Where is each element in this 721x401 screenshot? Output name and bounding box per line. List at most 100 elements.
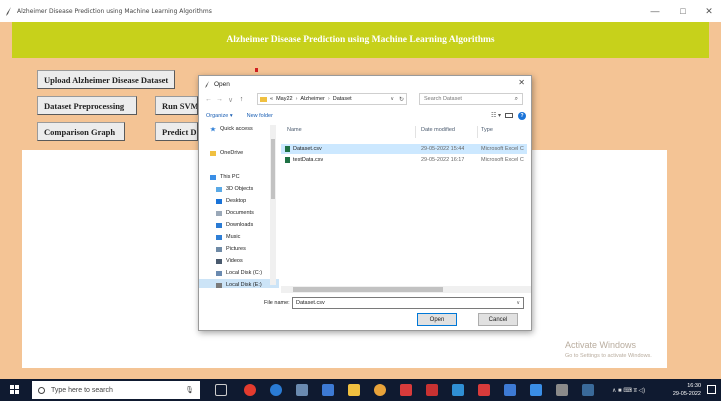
nav-item-onedrive[interactable]: OneDrive [199, 147, 279, 159]
windows-start-icon[interactable] [10, 385, 20, 395]
chevron-down-icon[interactable]: ∨ [516, 300, 520, 306]
search-icon[interactable]: ⌕ [515, 96, 518, 103]
app-icon[interactable] [556, 384, 568, 396]
column-header-name[interactable]: Name [287, 127, 302, 137]
scrollbar-thumb[interactable] [271, 139, 275, 199]
nav-item-3d-objects[interactable]: 3D Objects [199, 183, 279, 195]
file-date: 29-05-2022 16:17 [421, 157, 465, 163]
nav-item-downloads[interactable]: Downloads [199, 219, 279, 231]
cloud-icon [210, 150, 216, 156]
nav-item-pictures[interactable]: Pictures [199, 243, 279, 255]
chevron-down-icon[interactable]: ∨ [390, 96, 394, 102]
chrome-icon[interactable] [374, 384, 386, 396]
nav-label: This PC [220, 174, 240, 180]
recent-locations-icon[interactable]: ∨ [225, 96, 236, 104]
app-icon[interactable] [452, 384, 464, 396]
nav-item-this-pc[interactable]: This PC [199, 171, 279, 183]
nav-item-local-disk-e[interactable]: Local Disk (E:) [199, 279, 279, 288]
run-svm-button[interactable]: Run SVM [155, 96, 198, 115]
nav-item-quick-access[interactable]: Quick access [199, 123, 279, 135]
maximize-button[interactable]: □ [671, 0, 695, 22]
dataset-preprocessing-button[interactable]: Dataset Preprocessing [37, 96, 137, 115]
file-type: Microsoft Excel C [481, 157, 524, 163]
breadcrumb-may22[interactable]: May22 [276, 96, 293, 102]
minimize-button[interactable]: — [643, 0, 667, 22]
forward-arrow-icon[interactable]: → [214, 96, 225, 103]
column-separator[interactable] [477, 126, 478, 138]
app-icon[interactable] [296, 384, 308, 396]
file-name-input[interactable]: Dataset.csv ∨ [292, 297, 524, 309]
taskbar: Type here to search 🎙 ∧ ■ ⌨ ड ◁) 16:30 2… [0, 379, 721, 401]
new-folder-button[interactable]: New folder [247, 113, 273, 119]
view-options-icon[interactable]: ☷ ▾ [491, 112, 501, 119]
music-icon [216, 234, 222, 240]
nav-item-desktop[interactable]: Desktop [199, 195, 279, 207]
help-icon[interactable]: ? [518, 111, 526, 120]
search-input[interactable]: Search Dataset ⌕ [419, 93, 523, 105]
nav-label: Local Disk (E:) [226, 282, 262, 288]
nav-label: Videos [226, 258, 243, 264]
file-name-label: File name: [264, 300, 290, 306]
python-icon[interactable] [582, 384, 594, 396]
heading-text: Alzheimer Disease Prediction using Machi… [226, 35, 495, 45]
comparison-graph-button[interactable]: Comparison Graph [37, 122, 125, 141]
file-explorer-icon[interactable] [348, 384, 360, 396]
video-icon [216, 258, 222, 264]
column-header-type[interactable]: Type [481, 127, 493, 137]
column-separator[interactable] [415, 126, 416, 138]
folder-icon [260, 96, 267, 102]
taskbar-search-placeholder: Type here to search [51, 386, 113, 394]
breadcrumb-separator: › [295, 96, 298, 102]
nav-scrollbar[interactable] [270, 125, 276, 285]
open-file-dialog: Open ✕ ← → ∨ ↑ « May22 › Alzheimer › Dat… [198, 75, 532, 331]
back-arrow-icon[interactable]: ← [203, 96, 214, 103]
app-icon[interactable] [530, 384, 542, 396]
app-icon[interactable] [322, 384, 334, 396]
horizontal-scrollbar[interactable] [281, 286, 531, 293]
pdf-icon[interactable] [426, 384, 438, 396]
edge-icon[interactable] [270, 384, 282, 396]
file-row-dataset[interactable]: Dataset.csv 29-05-2022 15:44 Microsoft E… [281, 144, 527, 154]
taskbar-clock[interactable]: 16:30 29-05-2022 [673, 382, 701, 398]
app-icon[interactable] [504, 384, 516, 396]
upload-dataset-button[interactable]: Upload Alzheimer Disease Dataset [37, 70, 175, 89]
taskbar-search-box[interactable]: Type here to search 🎙 [32, 381, 200, 399]
file-row-testdata[interactable]: testData.csv 29-05-2022 16:17 Microsoft … [281, 155, 527, 165]
dialog-close-button[interactable]: ✕ [518, 78, 525, 87]
csv-file-icon [285, 146, 290, 152]
address-bar[interactable]: « May22 › Alzheimer › Dataset ∨ ↻ [257, 93, 407, 105]
refresh-icon[interactable]: ↻ [399, 96, 404, 103]
nav-label: OneDrive [220, 150, 244, 156]
system-tray-icons[interactable]: ∧ ■ ⌨ ड ◁) [612, 386, 645, 394]
app-title: Alzheimer Disease Prediction using Machi… [17, 7, 212, 15]
column-header-date[interactable]: Date modified [421, 127, 455, 137]
file-name: Dataset.csv [293, 146, 322, 152]
notification-icon[interactable] [707, 385, 716, 394]
scrollbar-thumb[interactable] [293, 287, 443, 292]
task-view-icon[interactable] [215, 384, 227, 396]
microphone-icon[interactable]: 🎙 [185, 386, 194, 394]
breadcrumb-alzheimer[interactable]: Alzheimer [300, 96, 324, 102]
nav-label: Desktop [226, 198, 247, 204]
activate-windows-hint: Go to Settings to activate Windows. [565, 353, 652, 359]
desktop-icon [216, 198, 222, 204]
opera-icon[interactable] [244, 384, 256, 396]
feather-icon [205, 80, 210, 88]
nav-item-videos[interactable]: Videos [199, 255, 279, 267]
clock-date: 29-05-2022 [672, 391, 701, 397]
organize-menu[interactable]: Organize ▾ [206, 113, 233, 119]
breadcrumb-dataset[interactable]: Dataset [333, 96, 352, 102]
document-icon [216, 210, 222, 216]
up-arrow-icon[interactable]: ↑ [236, 96, 247, 103]
preview-pane-icon[interactable] [505, 113, 513, 118]
app-icon[interactable] [478, 384, 490, 396]
nav-item-music[interactable]: Music [199, 231, 279, 243]
nav-item-documents[interactable]: Documents [199, 207, 279, 219]
nav-label: Music [226, 234, 241, 240]
open-button[interactable]: Open [417, 313, 457, 326]
predict-button[interactable]: Predict D [155, 122, 198, 141]
close-window-button[interactable]: ✕ [697, 0, 721, 22]
app-icon[interactable] [400, 384, 412, 396]
cancel-button[interactable]: Cancel [478, 313, 518, 326]
nav-item-local-disk-c[interactable]: Local Disk (C:) [199, 267, 279, 279]
